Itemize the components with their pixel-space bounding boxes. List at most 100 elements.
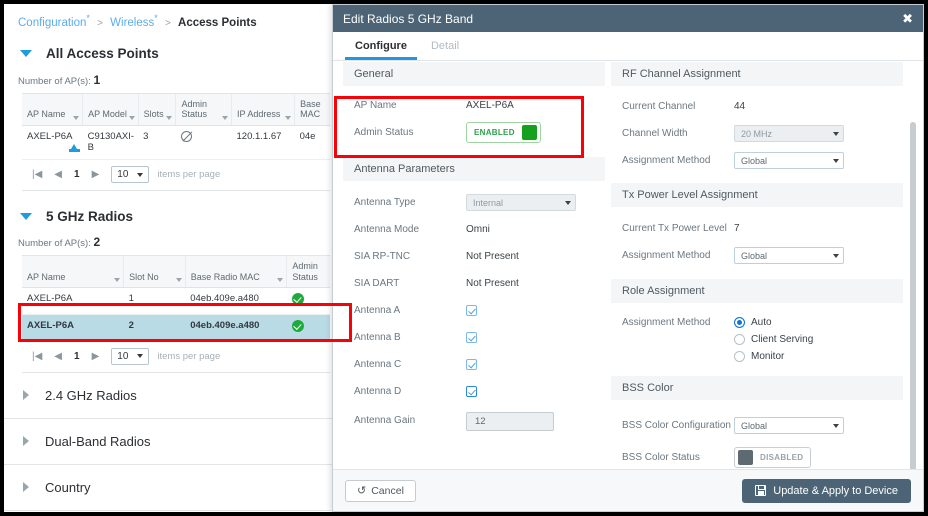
bss-color-configuration-select[interactable]: Global (734, 417, 844, 434)
section-header-lsc-provision[interactable]: LSC Provision (4, 511, 336, 512)
dialog-footer: ↺ Cancel Update & Apply to Device (333, 469, 923, 511)
column-header-base-radio-mac[interactable]: Base Radio MAC (185, 256, 288, 288)
section-header-24ghz-radios[interactable]: 2.4 GHz Radios (4, 373, 336, 419)
page-size-select[interactable]: 10 (111, 166, 150, 184)
pager-first-icon[interactable]: |◀ (32, 351, 42, 362)
close-icon[interactable]: ✖ (902, 12, 913, 25)
chevron-down-icon[interactable] (73, 115, 80, 120)
dialog-right-column: RF Channel Assignment Current Channel 44… (611, 62, 903, 469)
breadcrumb-item-wireless[interactable]: Wireless (110, 17, 154, 29)
label-current-tx-power-level: Current Tx Power Level (622, 222, 727, 234)
all-access-points-table: AP Name AP Model Slots Admin Status IP A… (22, 92, 330, 192)
page-size-select[interactable]: 10 (111, 347, 150, 365)
breadcrumb-marker-configuration: * (86, 13, 90, 23)
toggle-knob-icon (738, 450, 753, 465)
cell-admin-status (286, 287, 330, 315)
table-row[interactable]: AXEL-P6A C9130AXI-B 3 120.1.1.67 04e (22, 125, 330, 161)
field-rf-assignment-method: Assignment Method Global (611, 147, 903, 174)
chevron-down-icon[interactable] (222, 115, 228, 120)
antenna-b-checkbox[interactable] (466, 332, 477, 343)
column-header-ap-name[interactable]: AP Name (22, 93, 84, 126)
label-channel-width: Channel Width (622, 127, 688, 139)
pager-prev-icon[interactable]: ◀ (54, 169, 62, 180)
section-header-all-access-points[interactable]: All Access Points (4, 39, 336, 69)
section-header-country[interactable]: Country (4, 465, 336, 511)
chevron-right-icon (23, 390, 29, 401)
field-current-channel: Current Channel 44 (611, 93, 903, 120)
field-antenna-gain: Antenna Gain 12 (343, 405, 605, 437)
dialog-scrollbar[interactable] (910, 122, 916, 469)
update-apply-button[interactable]: Update & Apply to Device (742, 478, 911, 503)
pager-first-icon[interactable]: |◀ (32, 169, 42, 180)
admin-status-toggle-label: ENABLED (474, 128, 515, 137)
tab-configure[interactable]: Configure (343, 32, 419, 60)
column-header-ip-address[interactable]: IP Address (231, 93, 296, 126)
channel-width-select[interactable]: 20 MHz (734, 125, 844, 142)
column-label: AP Name (27, 109, 66, 120)
five-ghz-radios-table: AP Name Slot No Base Radio MAC Admin Sta… (22, 255, 330, 373)
access-point-icon (68, 143, 80, 153)
column-header-slots[interactable]: Slots (138, 93, 177, 126)
admin-status-toggle[interactable]: ENABLED (466, 122, 541, 143)
chevron-down-icon[interactable] (114, 277, 121, 282)
scrollbar-thumb[interactable] (910, 122, 916, 469)
cancel-button[interactable]: ↺ Cancel (345, 479, 416, 502)
field-ap-name: AP Name AXEL-P6A (343, 92, 605, 119)
section-header-5ghz-radios[interactable]: 5 GHz Radios (4, 201, 336, 231)
radio-option-auto[interactable]: Auto (734, 317, 813, 328)
pager-next-icon[interactable]: ▶ (92, 351, 100, 362)
label-rf-assignment-method: Assignment Method (622, 154, 711, 166)
rf-assignment-method-select[interactable]: Global (734, 152, 844, 169)
dialog-left-column: General AP Name AXEL-P6A Admin Status EN… (343, 62, 605, 437)
breadcrumb-separator: > (164, 17, 171, 29)
field-current-tx-power-level: Current Tx Power Level 7 (611, 215, 903, 242)
column-header-ap-model[interactable]: AP Model (82, 93, 139, 126)
radio-option-client-serving[interactable]: Client Serving (734, 334, 813, 345)
pager-current-page[interactable]: 1 (74, 351, 80, 362)
antenna-type-select[interactable]: Internal (466, 194, 576, 211)
group-header-rf-channel-assignment: RF Channel Assignment (611, 62, 903, 86)
cell-base-radio-mac: 04eb.409e.a480 (185, 287, 287, 315)
chevron-down-icon[interactable] (285, 115, 292, 120)
table-row[interactable]: AXEL-P6A 2 04eb.409e.a480 (22, 314, 330, 342)
column-header-base-mac[interactable]: Base MAC (294, 93, 330, 126)
access-points-page: Configuration* > Wireless* > Access Poin… (4, 4, 336, 512)
table-row[interactable]: AXEL-P6A 1 04eb.409e.a480 (22, 287, 330, 315)
cell-ap-name: AXEL-P6A (22, 287, 124, 315)
update-apply-button-label: Update & Apply to Device (773, 484, 898, 497)
antenna-c-checkbox[interactable] (466, 359, 477, 370)
antenna-a-checkbox[interactable] (466, 305, 477, 316)
antenna-d-checkbox[interactable] (466, 386, 477, 397)
column-label: Admin Status (292, 261, 318, 282)
tab-detail[interactable]: Detail (419, 32, 471, 60)
column-header-admin-status[interactable]: Admin Status (286, 256, 330, 288)
pager-current-page[interactable]: 1 (74, 169, 80, 180)
chevron-down-icon (565, 200, 571, 205)
field-role-assignment-method: Assignment Method Auto Client Serving Mo… (611, 315, 903, 364)
chevron-down-icon (833, 158, 839, 163)
label-antenna-gain: Antenna Gain (354, 415, 416, 427)
column-label: Base MAC (300, 98, 321, 120)
cell-admin-status (286, 314, 330, 342)
value-current-tx-power-level: 7 (734, 223, 740, 234)
tx-assignment-method-value: Global (741, 250, 768, 261)
chevron-down-icon (137, 172, 144, 177)
chevron-down-icon[interactable] (166, 115, 173, 120)
bss-color-status-toggle[interactable]: DISABLED (734, 447, 812, 468)
radio-label-client-serving: Client Serving (751, 334, 814, 345)
pager-next-icon[interactable]: ▶ (92, 169, 100, 180)
column-header-slot-no[interactable]: Slot No (123, 256, 186, 288)
column-header-admin-status[interactable]: Admin Status (175, 93, 232, 126)
chevron-down-icon[interactable] (175, 277, 182, 282)
pager-prev-icon[interactable]: ◀ (54, 351, 62, 362)
tx-assignment-method-select[interactable]: Global (734, 247, 844, 264)
radio-option-monitor[interactable]: Monitor (734, 351, 813, 362)
column-header-ap-name[interactable]: AP Name (22, 256, 125, 288)
section-title-5ghz-radios: 5 GHz Radios (46, 208, 134, 224)
antenna-gain-input[interactable]: 12 (466, 411, 554, 431)
chevron-down-icon[interactable] (277, 277, 284, 282)
chevron-down-icon[interactable] (128, 115, 135, 120)
group-header-antenna-parameters: Antenna Parameters (343, 157, 605, 181)
breadcrumb-item-configuration[interactable]: Configuration (18, 17, 86, 29)
section-header-dual-band-radios[interactable]: Dual-Band Radios (4, 419, 336, 465)
